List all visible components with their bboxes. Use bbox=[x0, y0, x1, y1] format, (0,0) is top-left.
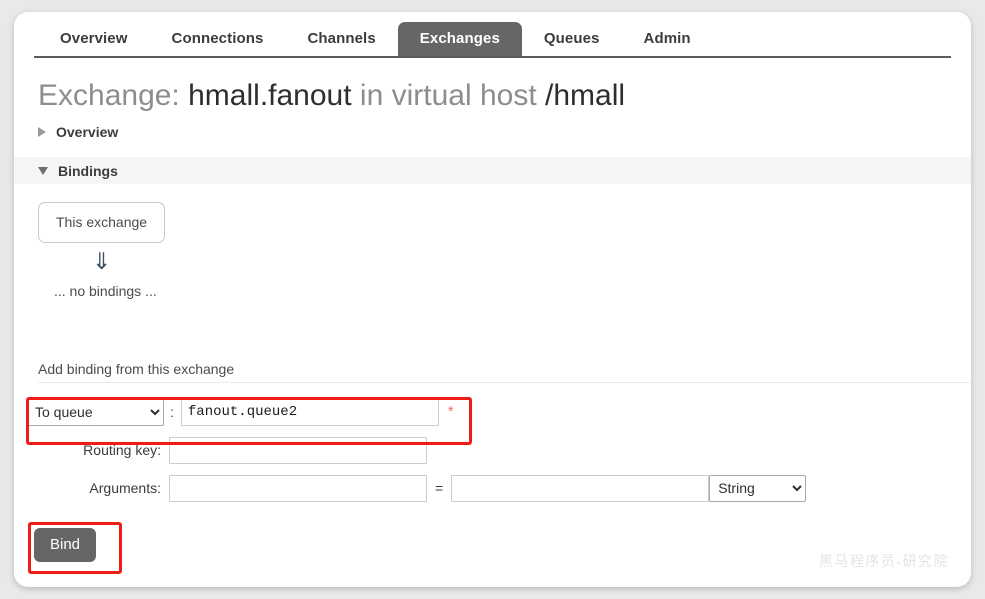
form-row-arguments: Arguments: = String Number Boolean List bbox=[14, 473, 971, 503]
destination-type-select[interactable]: To queue To exchange bbox=[26, 399, 164, 426]
tab-exchanges[interactable]: Exchanges bbox=[398, 22, 522, 57]
tab-admin[interactable]: Admin bbox=[622, 22, 713, 57]
destination-separator: : bbox=[164, 404, 181, 420]
tab-channels[interactable]: Channels bbox=[285, 22, 397, 57]
page-title-vhost: /hmall bbox=[545, 79, 625, 112]
bindings-body: This exchange ⇓ ... no bindings ... bbox=[14, 184, 971, 300]
arguments-label: Arguments: bbox=[14, 479, 169, 497]
argument-type-select[interactable]: String Number Boolean List bbox=[709, 475, 806, 502]
tab-overview[interactable]: Overview bbox=[38, 22, 150, 57]
argument-value-input[interactable] bbox=[451, 475, 709, 502]
add-binding-form: To queue To exchange : * Routing key: Ar… bbox=[14, 397, 971, 572]
tab-connections[interactable]: Connections bbox=[150, 22, 286, 57]
this-exchange-node: This exchange bbox=[38, 202, 165, 243]
page-title-middle: in virtual host bbox=[360, 79, 537, 112]
nav-underline bbox=[34, 56, 951, 58]
section-label-overview: Overview bbox=[56, 122, 118, 142]
watermark: 黑马程序员-研究院 bbox=[819, 551, 949, 571]
main-navigation: Overview Connections Channels Exchanges … bbox=[14, 12, 971, 57]
triangle-right-icon bbox=[38, 127, 46, 137]
page-title-prefix: Exchange: bbox=[38, 79, 180, 112]
page-title: Exchange: hmall.fanout in virtual host /… bbox=[38, 78, 971, 114]
bind-button-wrapper: Bind bbox=[28, 522, 128, 572]
triangle-down-icon bbox=[38, 167, 48, 175]
routing-key-label: Routing key: bbox=[14, 441, 169, 459]
section-toggle-bindings[interactable]: Bindings bbox=[14, 157, 971, 184]
app-card: Overview Connections Channels Exchanges … bbox=[14, 12, 971, 587]
section-toggle-overview[interactable]: Overview bbox=[38, 122, 971, 142]
required-asterisk-icon: * bbox=[439, 405, 454, 419]
add-binding-heading: Add binding from this exchange bbox=[38, 360, 971, 383]
double-down-arrow-icon: ⇓ bbox=[92, 249, 112, 273]
no-bindings-message: ... no bindings ... bbox=[54, 282, 971, 300]
form-row-routing-key: Routing key: bbox=[14, 435, 971, 465]
arguments-equals-sign: = bbox=[427, 480, 451, 496]
argument-key-input[interactable] bbox=[169, 475, 427, 502]
routing-key-input[interactable] bbox=[169, 437, 427, 464]
tab-queues[interactable]: Queues bbox=[522, 22, 622, 57]
form-row-destination: To queue To exchange : * bbox=[14, 397, 971, 427]
nav-tablist: Overview Connections Channels Exchanges … bbox=[14, 12, 713, 57]
section-label-bindings: Bindings bbox=[58, 163, 118, 179]
page-title-exchange-name: hmall.fanout bbox=[188, 79, 351, 112]
bind-button[interactable]: Bind bbox=[34, 528, 96, 562]
destination-name-input[interactable] bbox=[181, 399, 439, 426]
